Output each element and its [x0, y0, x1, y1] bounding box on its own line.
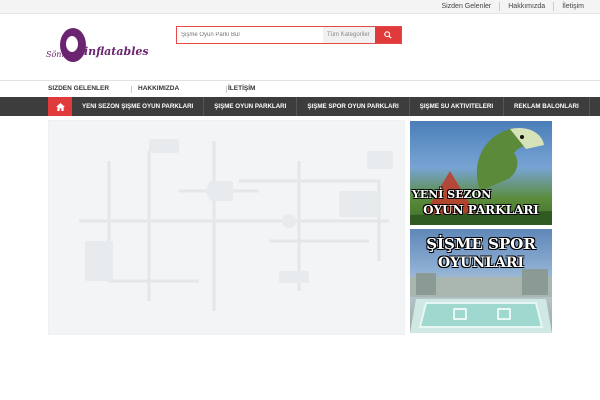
secondary-nav: SIZDEN GELENLER HAKKIMIZDA İLETİŞİM	[48, 85, 318, 93]
search-form: Tüm Kategoriler	[176, 26, 402, 44]
promo1-line2: OYUN PARKLARI	[423, 203, 539, 217]
promo-banner-sisme-spor[interactable]: ŞİŞME SPOR OYUNLARI	[410, 229, 552, 333]
header-divider	[0, 80, 600, 81]
top-link-iletisim[interactable]: İletişim	[553, 2, 592, 11]
nav-item-sisme-spor[interactable]: ŞIŞME SPOR OYUN PARKLARI	[297, 97, 410, 116]
hero-slider[interactable]	[48, 120, 405, 335]
top-links: Sizden Gelenler Hakkımızda İletişim	[433, 2, 592, 11]
category-select[interactable]: Tüm Kategoriler	[323, 27, 375, 43]
home-button[interactable]	[48, 97, 72, 116]
site-logo[interactable]: Sönmez inflatables	[46, 28, 149, 66]
subnav-item-sizden-gelenler[interactable]: SIZDEN GELENLER	[48, 85, 138, 92]
hero-image	[79, 139, 393, 311]
logo-text-inflatables: inflatables	[84, 45, 149, 58]
main-nav: YENI SEZON ŞIŞME OYUN PARKLARI ŞIŞME OYU…	[0, 97, 600, 116]
top-link-sizden-gelenler[interactable]: Sizden Gelenler	[433, 2, 499, 11]
nav-item-yeni-sezon[interactable]: YENI SEZON ŞIŞME OYUN PARKLARI	[72, 97, 205, 116]
top-bar: Sizden Gelenler Hakkımızda İletişim	[0, 0, 600, 14]
search-input[interactable]	[181, 29, 319, 41]
logo-text-sonmez: Sönmez	[46, 50, 78, 59]
subnav-divider	[131, 86, 132, 93]
subnav-divider	[226, 86, 227, 93]
nav-item-sisme-su[interactable]: ŞIŞME SU AKTIVITELERI	[410, 97, 505, 116]
promo1-line1: YENİ SEZON	[412, 188, 492, 201]
top-link-hakkimizda[interactable]: Hakkımızda	[499, 2, 553, 11]
promo2-line2: OYUNLARI	[437, 255, 525, 271]
search-icon	[384, 31, 392, 39]
subnav-item-hakkimizda[interactable]: HAKKIMIZDA	[138, 85, 228, 92]
search-button[interactable]	[375, 27, 401, 43]
promo-banner-yeni-sezon[interactable]: YENİ SEZON OYUN PARKLARI	[410, 121, 552, 225]
nav-item-reklam-balonlari[interactable]: REKLAM BALONLARI	[504, 97, 590, 116]
home-icon	[55, 102, 65, 111]
subnav-item-iletisim[interactable]: İLETİŞİM	[228, 85, 318, 92]
promo2-line1: ŞİŞME SPOR	[426, 235, 536, 253]
nav-item-sisme-oyun-parklari[interactable]: ŞIŞME OYUN PARKLARI	[204, 97, 298, 116]
